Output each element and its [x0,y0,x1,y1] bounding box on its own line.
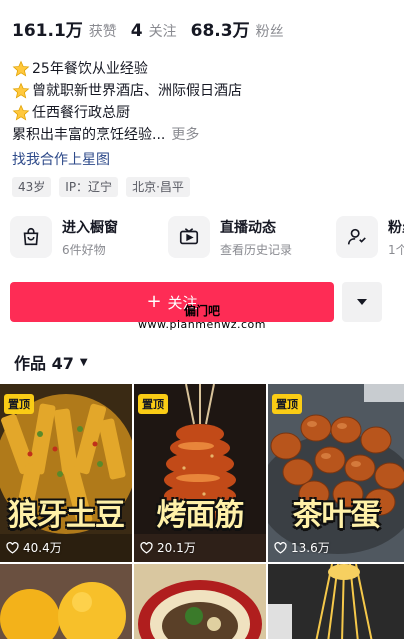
bio-more-button[interactable]: 更多 [171,124,199,146]
bio-text: 曾就职新世界酒店、洲际假日酒店 [32,83,242,99]
watermark: 偏门吧 www.pianmenwz.com [0,304,404,331]
caret-down-icon: ▼ [79,356,88,368]
bio-text: 累积出丰富的烹饪经验... [12,127,166,143]
shortcut-subtitle: 6件好物 [62,242,106,257]
profile-stats: 161.1万 获赞 4 关注 68.3万 粉丝 [12,16,392,41]
like-count: 40.4万 [6,539,62,556]
shortcut-fans[interactable]: 粉丝 1个 [336,216,404,258]
bio-text: 25年餐饮从业经验 [32,61,148,77]
stat-following[interactable]: 4 关注 [131,21,177,41]
fans-group-icon [336,216,378,258]
pinned-badge: 置顶 [4,394,34,414]
stat-label: 获赞 [88,24,117,40]
bio-summary: 累积出丰富的烹饪经验... 更多 [12,124,392,146]
bio-text: 任西餐行政总厨 [32,105,130,121]
pinned-badge: 置顶 [138,394,168,414]
video-tile[interactable] [134,564,266,639]
shortcut-title: 进入橱窗 [62,219,118,236]
heart-icon [274,541,287,554]
video-thumbnail [268,564,404,639]
profile-bio: 25年餐饮从业经验 曾就职新世界酒店、洲际假日酒店 任西餐行政总厨 累积出丰富的… [12,58,392,172]
star-icon [12,60,30,77]
stat-likes[interactable]: 161.1万 获赞 [12,16,117,41]
video-thumbnail [134,564,266,639]
bio-line: 25年餐饮从业经验 [12,58,392,80]
like-count-text: 40.4万 [23,541,62,555]
video-thumbnail [0,564,132,639]
watermark-url: www.pianmenwz.com [138,318,266,331]
works-label: 作品 47 [14,354,74,373]
like-count-text: 13.6万 [291,541,330,555]
video-tile[interactable] [268,564,404,639]
video-tile[interactable] [0,564,132,639]
heart-icon [140,541,153,554]
video-caption: 狼牙土豆 [8,498,125,533]
like-count-text: 20.1万 [157,541,196,555]
video-caption: 茶叶蛋 [292,498,381,533]
stat-followers[interactable]: 68.3万 粉丝 [191,16,284,41]
shortcut-subtitle: 1个 [388,242,404,257]
like-count: 20.1万 [140,539,196,556]
tag-age: 43岁 [12,177,52,197]
stat-label: 粉丝 [255,24,284,40]
stat-number: 4 [130,21,143,41]
shortcut-title: 粉丝 [388,219,404,236]
video-caption: 烤面筋 [156,498,245,533]
profile-shortcuts: 进入橱窗 6件好物 直播动态 查看历史记录 粉丝 1个 [10,216,404,258]
shopping-bag-icon [10,216,52,258]
stat-label: 关注 [148,24,177,40]
tag-ip: IP：辽宁 [59,177,119,197]
heart-icon [6,541,19,554]
shortcut-title: 直播动态 [220,219,276,236]
live-tv-icon [168,216,210,258]
like-count: 13.6万 [274,539,330,556]
video-grid: 置顶 狼牙土豆 40.4万 置顶 烤面筋 20.1万 置顶 茶叶蛋 13.6万 [0,384,404,639]
stat-number: 68.3万 [190,21,250,41]
watermark-title: 偏门吧 [183,304,220,318]
pinned-badge: 置顶 [272,394,302,414]
bio-line: 任西餐行政总厨 [12,102,392,124]
stat-number: 161.1万 [12,21,83,41]
collab-link[interactable]: 找我合作上星图 [12,148,392,172]
shortcut-subtitle: 查看历史记录 [220,242,293,257]
shortcut-showcase[interactable]: 进入橱窗 6件好物 [10,216,160,258]
tag-location: 北京·昌平 [126,177,190,197]
video-tile[interactable]: 置顶 茶叶蛋 13.6万 [268,384,404,562]
bio-line: 曾就职新世界酒店、洲际假日酒店 [12,80,392,102]
video-tile[interactable]: 置顶 狼牙土豆 40.4万 [0,384,132,562]
profile-tags: 43岁 IP：辽宁 北京·昌平 [12,177,190,197]
tab-works[interactable]: 作品 47 ▼ [14,350,88,374]
shortcut-live[interactable]: 直播动态 查看历史记录 [168,216,328,258]
star-icon [12,104,30,121]
video-tile[interactable]: 置顶 烤面筋 20.1万 [134,384,266,562]
star-icon [12,82,30,99]
